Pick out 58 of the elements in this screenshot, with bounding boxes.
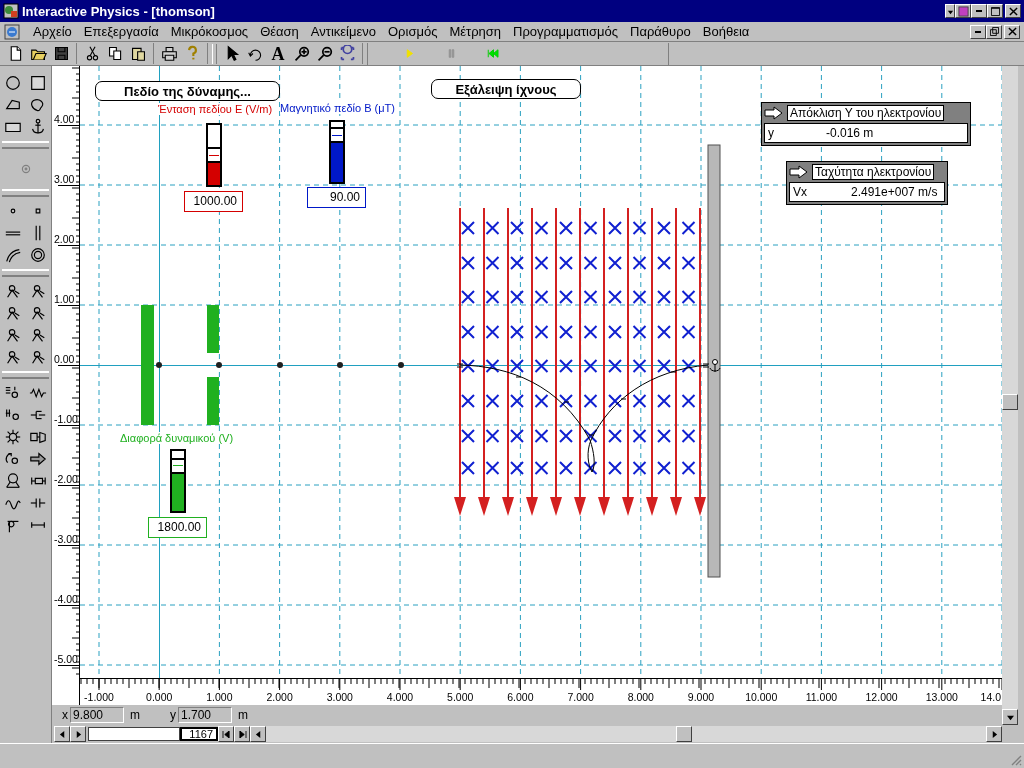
slider-value[interactable]: 1000.00 bbox=[184, 191, 243, 212]
ruler-label: 1.000 bbox=[206, 691, 233, 703]
slider-value[interactable]: 90.00 bbox=[307, 187, 366, 208]
menu-item[interactable]: Αρχείο bbox=[28, 24, 79, 39]
ruler-label: 4.000 bbox=[386, 691, 414, 703]
meter-title: Ταχύτητα ηλεκτρονίου bbox=[812, 164, 935, 180]
ruler-label: 5.000 bbox=[447, 691, 474, 703]
menu-item[interactable]: Μικρόκοσμος bbox=[165, 24, 256, 39]
ruler-label: 9.000 bbox=[687, 691, 715, 703]
ruler-label: 10.000 bbox=[745, 691, 778, 703]
coordinate-field: 9.800 bbox=[70, 707, 124, 723]
ruler-label: 13.000 bbox=[925, 691, 958, 703]
menu-item[interactable]: Ορισμός bbox=[383, 24, 445, 39]
ruler-label: -3.00 bbox=[54, 533, 78, 545]
meter-variable: y bbox=[768, 126, 775, 140]
ruler-label: 2.00 bbox=[54, 233, 75, 245]
ruler-label: -2.00 bbox=[54, 473, 78, 485]
ruler-label: 0.000 bbox=[146, 691, 173, 703]
window-title: Interactive Physics - [thomson] bbox=[22, 3, 215, 19]
coordinate-label: y bbox=[170, 708, 177, 722]
slider-value[interactable]: 1800.00 bbox=[148, 517, 207, 538]
ruler-label: -1.000 bbox=[84, 691, 114, 703]
meter-title: Απόκλιση Υ του ηλεκτρονίου bbox=[787, 105, 945, 121]
ruler-label: 1.00 bbox=[54, 293, 75, 305]
unit-label: m bbox=[130, 708, 141, 722]
meter-value: -0.016 m bbox=[826, 126, 874, 140]
ruler-label: -4.00 bbox=[54, 593, 78, 605]
menu-item[interactable]: Παράθυρο bbox=[625, 24, 698, 39]
menu-item[interactable]: Προγραμματισμός bbox=[508, 24, 625, 39]
ruler-label: -1.00 bbox=[54, 413, 78, 425]
action-button[interactable]: Πεδίο της δύναμης... bbox=[95, 81, 280, 101]
meter-variable: Vx bbox=[793, 185, 808, 199]
meter-value: 2.491e+007 m/s bbox=[851, 185, 938, 199]
coordinate-field: 1.700 bbox=[178, 707, 232, 723]
slider-label: Ένταση πεδίου E (V/m) bbox=[158, 103, 273, 115]
menu-item[interactable]: Μέτρηση bbox=[444, 24, 509, 39]
ruler-label: 2.000 bbox=[266, 691, 293, 703]
slider-label: Διαφορά δυναμικού (V) bbox=[120, 432, 234, 444]
menu-item[interactable]: Αντικείμενο bbox=[305, 24, 383, 39]
ruler-label: 8.000 bbox=[627, 691, 654, 703]
ruler-label: 11.000 bbox=[805, 691, 838, 703]
ruler-label: 12.000 bbox=[865, 691, 898, 703]
ruler-label: 3.000 bbox=[326, 691, 353, 703]
slider-label: Μαγνητικό πεδίο B (μT) bbox=[280, 102, 395, 114]
ruler-label: -5.00 bbox=[54, 653, 78, 665]
unit-label: m bbox=[238, 708, 249, 722]
ruler-label: 0.00 bbox=[54, 353, 75, 365]
frame-counter: 1167 bbox=[180, 727, 218, 741]
menu-item[interactable]: Θέαση bbox=[255, 24, 306, 39]
ruler-label: 4.00 bbox=[54, 113, 75, 125]
ruler-label: 3.00 bbox=[54, 173, 75, 185]
ruler-label: 7.000 bbox=[567, 691, 594, 703]
menu-item[interactable]: Επεξεργασία bbox=[78, 24, 166, 39]
ruler-label: 14.0 bbox=[980, 691, 1001, 703]
menu-item[interactable]: Βοήθεια bbox=[697, 24, 757, 39]
coordinate-label: x bbox=[62, 708, 69, 722]
ruler-label: 6.000 bbox=[507, 691, 534, 703]
action-button[interactable]: Εξάλειψη ίχνους bbox=[431, 79, 581, 99]
